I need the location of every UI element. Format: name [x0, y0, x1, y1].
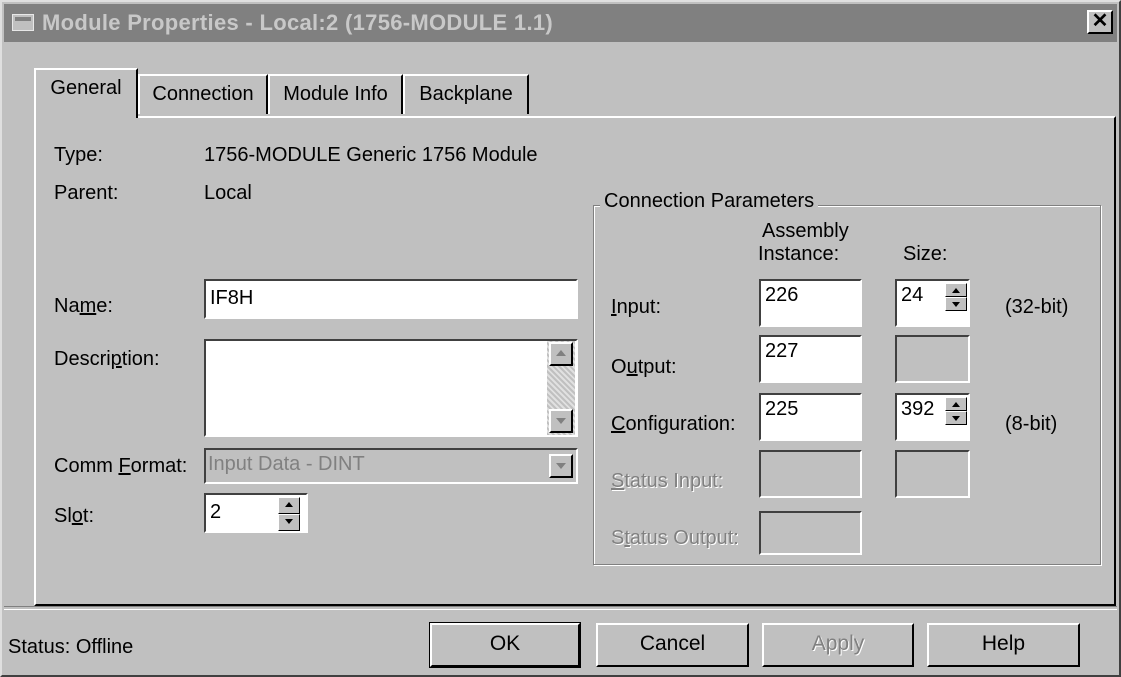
scroll-up-icon[interactable]	[549, 342, 573, 366]
slot-spinner[interactable]	[278, 497, 300, 531]
size-header: Size:	[903, 243, 948, 265]
help-button[interactable]: Help	[927, 623, 1080, 667]
output-label: Output:	[611, 356, 677, 378]
cancel-button[interactable]: Cancel	[596, 623, 749, 667]
type-label: Type:	[54, 144, 103, 166]
footer-separator	[4, 606, 1117, 610]
description-textarea[interactable]	[204, 339, 578, 437]
input-label: Input:	[611, 296, 662, 318]
comm-format-select[interactable]: Input Data - DINT	[204, 448, 578, 484]
comm-format-label: Comm Format:	[54, 455, 188, 477]
output-instance-field[interactable]: 227	[759, 335, 862, 383]
input-size-unit: (32-bit)	[1005, 296, 1069, 318]
instance-header: Instance:	[758, 243, 840, 265]
assembly-header: Assembly	[762, 220, 849, 242]
scroll-down-icon[interactable]	[549, 409, 573, 433]
status-output-label: Status Output:	[611, 527, 739, 549]
description-label: Description:	[54, 348, 160, 370]
spin-down-icon[interactable]	[945, 411, 967, 425]
spin-up-icon[interactable]	[278, 497, 300, 514]
status-input-size-field	[895, 450, 970, 498]
status-text: Status: Offline	[8, 636, 134, 658]
type-value: 1756-MODULE Generic 1756 Module	[204, 144, 538, 166]
configuration-instance-field[interactable]: 225	[759, 393, 862, 441]
parent-label: Parent:	[54, 182, 119, 204]
name-input[interactable]: IF8H	[204, 279, 578, 319]
spin-up-icon[interactable]	[945, 283, 967, 297]
status-input-instance-field	[759, 450, 862, 498]
output-size-field	[895, 335, 970, 383]
status-output-instance-field	[759, 511, 862, 555]
configuration-label: Configuration:	[611, 413, 736, 435]
configuration-size-spinner[interactable]	[945, 397, 967, 425]
spin-down-icon[interactable]	[945, 297, 967, 311]
module-properties-dialog: Module Properties - Local:2 (1756-MODULE…	[0, 0, 1121, 677]
connection-parameters-title: Connection Parameters	[600, 190, 819, 213]
input-instance-field[interactable]: 226	[759, 279, 862, 327]
dropdown-arrow-icon[interactable]	[549, 454, 573, 478]
ok-button[interactable]: OK	[429, 622, 581, 668]
configuration-size-unit: (8-bit)	[1005, 413, 1058, 435]
input-size-spinner[interactable]	[945, 283, 967, 311]
slot-label: Slot:	[54, 505, 95, 527]
name-label: Name:	[54, 295, 113, 317]
parent-value: Local	[204, 182, 252, 204]
status-input-label: Status Input:	[611, 470, 724, 492]
apply-button[interactable]: Apply	[762, 623, 914, 667]
spin-up-icon[interactable]	[945, 397, 967, 411]
spin-down-icon[interactable]	[278, 514, 300, 531]
